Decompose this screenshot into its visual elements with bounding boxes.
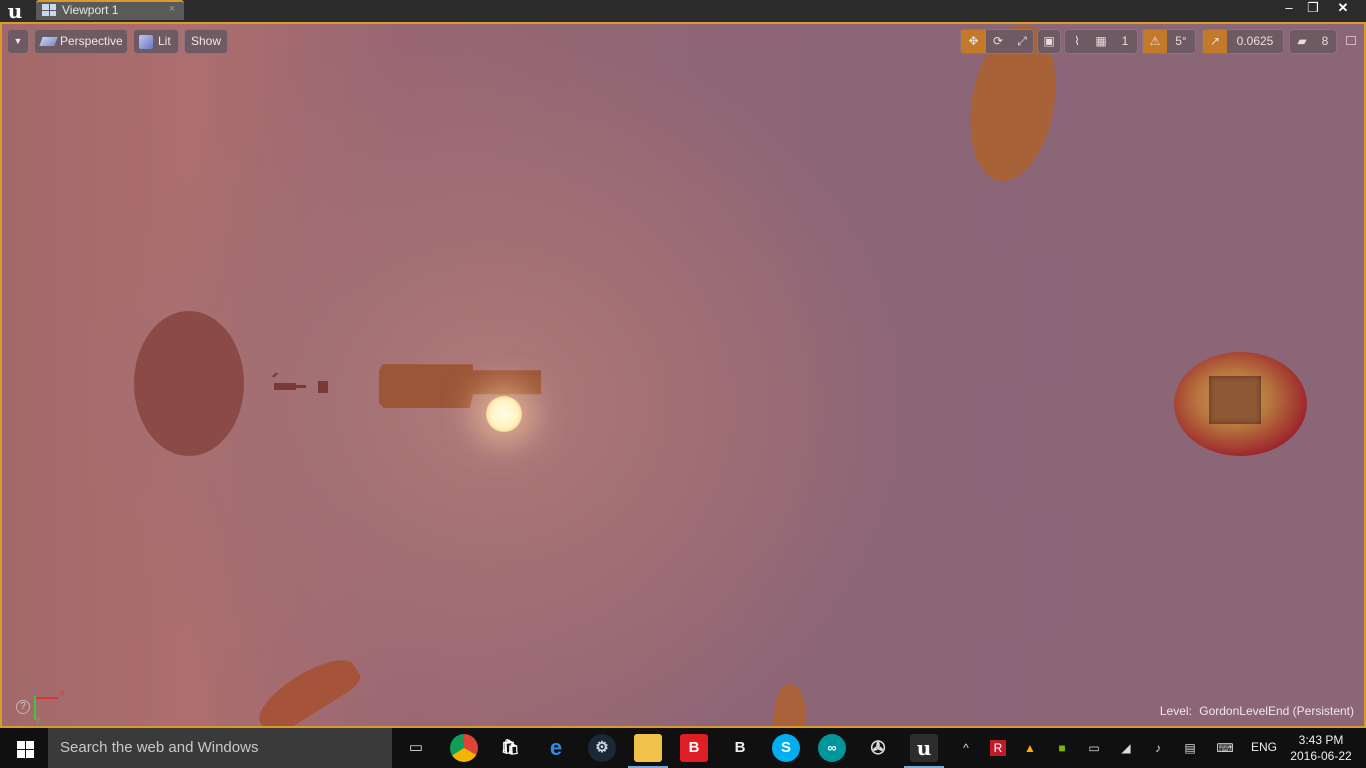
skype-icon[interactable]: S [772, 734, 800, 762]
obs-icon[interactable]: ✇ [864, 734, 892, 762]
scale-icon[interactable]: ⤢ [1010, 30, 1034, 53]
surface-snap-icon: ▣ [1043, 34, 1055, 48]
windows-taskbar: Search the web and Windows ▭ 🛍 e ⚙ B B S… [0, 728, 1366, 768]
rotation-snap-icon[interactable]: ⚠ [1143, 30, 1167, 53]
rotation-snap-tools: ⚠ 5° [1142, 29, 1196, 54]
scene-disc-bottom-left[interactable] [249, 647, 365, 726]
perspective-label: Perspective [60, 34, 123, 48]
transform-tools: ✥ ⟳ ⤢ [960, 29, 1034, 54]
steam-icon[interactable]: ⚙ [588, 734, 616, 762]
clock-time: 3:43 PM [1298, 733, 1344, 747]
bitdefender-icon[interactable]: B [680, 734, 708, 762]
axis-x-label: x [60, 688, 65, 699]
perspective-button[interactable]: Perspective [34, 29, 128, 54]
show-button[interactable]: Show [184, 29, 228, 54]
tab-label: Viewport 1 [62, 3, 119, 17]
start-button[interactable] [0, 728, 48, 768]
help-icon[interactable]: ? [16, 700, 30, 714]
viewport-icon [42, 4, 56, 16]
perspective-icon [39, 37, 58, 46]
snap-icon[interactable]: ⌇ [1065, 30, 1089, 53]
rotation-snap-value[interactable]: 5° [1167, 30, 1195, 53]
file-explorer-icon[interactable] [628, 734, 668, 768]
camera-speed-icon[interactable]: ▰ [1290, 30, 1314, 53]
scale-snap-value[interactable]: 0.0625 [1227, 30, 1283, 53]
edge-icon[interactable]: e [542, 734, 570, 762]
camera-speed-tools: ▰ 8 [1289, 29, 1337, 54]
nvidia-icon[interactable]: ■ [1054, 740, 1070, 756]
axis-gizmo: z x y [30, 684, 70, 726]
axis-y-label: y [36, 714, 41, 724]
scene-cube[interactable] [1209, 376, 1261, 424]
surface-snapping-button[interactable]: ▣ [1037, 29, 1061, 54]
volume-icon[interactable]: ♪ [1150, 740, 1166, 756]
grid-snap-value[interactable]: 1 [1113, 30, 1137, 53]
close-button[interactable]: ✕ [1328, 0, 1358, 16]
wifi-icon[interactable]: ◢ [1118, 740, 1134, 756]
arduino-icon[interactable]: ∞ [818, 734, 846, 762]
grid-icon[interactable]: ▦ [1089, 30, 1113, 53]
grid-snap-tools: ⌇ ▦ 1 [1064, 29, 1138, 54]
input-language[interactable]: ENG [1251, 740, 1277, 754]
lit-icon [139, 35, 153, 49]
level-name: GordonLevelEnd (Persistent) [1199, 704, 1354, 718]
google-drive-icon[interactable]: ▲ [1022, 740, 1038, 756]
tab-close-icon[interactable]: × [169, 3, 175, 15]
sun-light[interactable] [486, 396, 522, 432]
translate-icon[interactable]: ✥ [961, 30, 986, 53]
task-view-icon[interactable]: ▭ [402, 734, 430, 762]
iis-icon[interactable]: B [726, 734, 754, 762]
viewport-options-button[interactable]: ▼ [7, 29, 29, 54]
scene-disc-left[interactable] [134, 311, 244, 456]
tab-viewport-1[interactable]: Viewport 1 × [36, 0, 184, 20]
store-icon[interactable]: 🛍 [496, 734, 524, 762]
clock[interactable]: 3:43 PM 2016-06-22 [1290, 732, 1352, 764]
action-center-icon[interactable]: ▤ [1182, 740, 1198, 756]
restore-button[interactable]: ❐ [1298, 0, 1328, 16]
window-titlebar: u Viewport 1 × – ❐ ✕ [0, 0, 1366, 22]
maximize-viewport-icon[interactable] [1346, 36, 1356, 45]
level-label: Level: [1159, 704, 1192, 718]
tray-app-icon[interactable]: R [990, 740, 1006, 756]
level-viewport[interactable]: ▼ Perspective Lit Show ✥ ⟳ ⤢ ▣ ⌇ ▦ 1 ⚠ 5… [0, 22, 1366, 728]
camera-speed-value[interactable]: 8 [1314, 30, 1336, 53]
lit-label: Lit [158, 34, 171, 48]
axis-z-label: z [32, 684, 37, 694]
battery-icon[interactable]: ▭ [1086, 740, 1102, 756]
level-indicator: Level: GordonLevelEnd (Persistent) [1160, 704, 1354, 718]
scene-disc-bottom[interactable] [774, 684, 806, 726]
scale-snap-icon[interactable]: ↗ [1203, 30, 1227, 53]
search-box[interactable]: Search the web and Windows [48, 728, 392, 768]
unreal-engine-icon[interactable]: u [904, 734, 944, 768]
lit-button[interactable]: Lit [133, 29, 179, 54]
rotate-icon[interactable]: ⟳ [986, 30, 1010, 53]
chrome-icon[interactable] [450, 734, 478, 762]
show-hidden-icons[interactable]: ^ [958, 740, 974, 756]
clock-date: 2016-06-22 [1290, 749, 1352, 763]
unreal-logo-icon: u [7, 0, 23, 23]
scale-snap-tools: ↗ 0.0625 [1202, 29, 1284, 54]
scene-small-object[interactable] [272, 372, 332, 396]
keyboard-icon[interactable]: ⌨ [1214, 740, 1236, 756]
